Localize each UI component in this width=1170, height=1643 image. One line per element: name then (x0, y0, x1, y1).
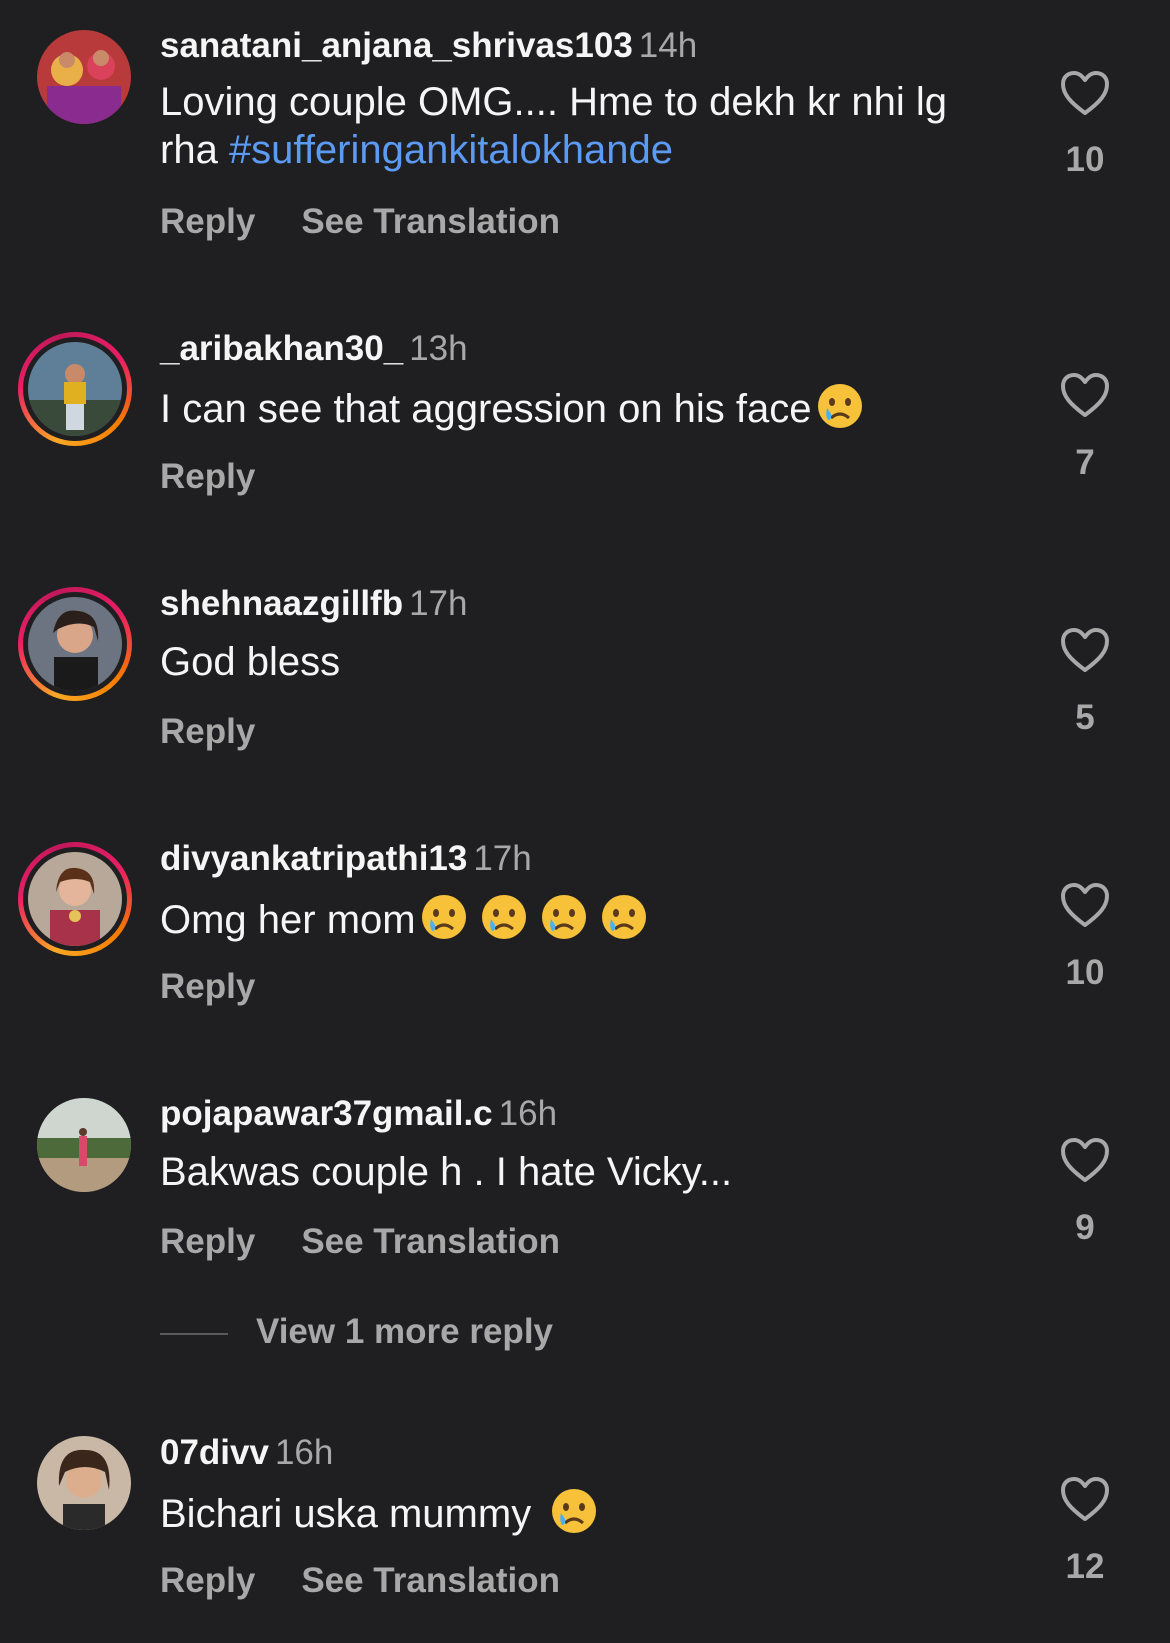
comment-header: sanatani_anjana_shrivas103 14h (160, 24, 697, 68)
comment-body: Bichari uska mummy (160, 1492, 543, 1536)
like-count: 10 (1065, 140, 1105, 179)
crying-face-emoji (480, 893, 528, 941)
comment-text: Bakwas couple h . I hate Vicky... (160, 1148, 990, 1196)
reply-button[interactable]: Reply (160, 457, 255, 496)
reply-button[interactable]: Reply (160, 1222, 255, 1261)
timestamp: 14h (638, 26, 698, 65)
crying-face-emoji (816, 382, 864, 430)
comment-actions: Reply (160, 457, 301, 497)
comment-body: God bless (160, 640, 341, 684)
like-count: 10 (1065, 953, 1105, 992)
username[interactable]: _aribakhan30_ (160, 329, 403, 368)
avatar[interactable] (18, 587, 132, 701)
heart-icon[interactable] (1060, 70, 1110, 116)
comment-header: divyankatripathi13 17h (160, 837, 532, 881)
comment-text: Loving couple OMG.... Hme to dekh kr nhi… (160, 78, 990, 174)
comment-text: Omg her mom (160, 893, 990, 944)
view-more-replies-button[interactable]: View 1 more reply (160, 1312, 553, 1352)
comment-actions: Reply See Translation (160, 1561, 606, 1601)
timestamp: 17h (409, 584, 468, 623)
comment-header: shehnaazgillfb 17h (160, 582, 468, 626)
heart-icon[interactable] (1060, 1137, 1110, 1183)
heart-icon[interactable] (1060, 1476, 1110, 1522)
comment-text: Bichari uska mummy (160, 1487, 990, 1538)
timestamp: 16h (274, 1433, 334, 1472)
crying-face-emoji (600, 893, 648, 941)
see-translation-button[interactable]: See Translation (301, 1222, 560, 1261)
comment-actions: Reply See Translation (160, 202, 606, 242)
timestamp: 13h (409, 329, 468, 368)
avatar[interactable] (37, 1098, 131, 1192)
username[interactable]: 07divv (160, 1433, 269, 1472)
username[interactable]: divyankatripathi13 (160, 839, 467, 878)
comment-body: I can see that aggression on his face (160, 387, 812, 431)
comment-header: pojapawar37gmail.c 16h (160, 1092, 557, 1136)
timestamp: 17h (473, 839, 532, 878)
comment-body: Bakwas couple h . I hate Vicky... (160, 1150, 733, 1194)
comment-text: God bless (160, 638, 990, 686)
heart-icon[interactable] (1060, 627, 1110, 673)
avatar[interactable] (37, 1436, 131, 1530)
hashtag-link[interactable]: #sufferingankitalokhande (229, 128, 673, 172)
comment-header: 07divv 16h (160, 1431, 333, 1475)
avatar[interactable] (18, 332, 132, 446)
avatar[interactable] (37, 30, 131, 124)
see-translation-button[interactable]: See Translation (301, 1561, 560, 1600)
like-count: 9 (1075, 1208, 1095, 1247)
comment-actions: Reply (160, 967, 301, 1007)
heart-icon[interactable] (1060, 882, 1110, 928)
divider (160, 1332, 228, 1335)
like-count: 5 (1075, 698, 1095, 737)
like-count: 12 (1065, 1547, 1105, 1586)
comment-body: Omg her mom (160, 898, 416, 942)
comment-actions: Reply See Translation (160, 1222, 606, 1262)
comment-actions: Reply (160, 712, 301, 752)
crying-face-emoji (420, 893, 468, 941)
comment-header: _aribakhan30_ 13h (160, 327, 468, 371)
avatar[interactable] (18, 842, 132, 956)
comment-text: I can see that aggression on his face (160, 382, 990, 433)
crying-face-emoji (550, 1487, 598, 1535)
reply-button[interactable]: Reply (160, 1561, 255, 1600)
username[interactable]: sanatani_anjana_shrivas103 (160, 26, 633, 65)
crying-face-emoji (540, 893, 588, 941)
username[interactable]: shehnaazgillfb (160, 584, 403, 623)
reply-button[interactable]: Reply (160, 202, 255, 241)
reply-button[interactable]: Reply (160, 712, 255, 751)
see-translation-button[interactable]: See Translation (301, 202, 560, 241)
heart-icon[interactable] (1060, 372, 1110, 418)
timestamp: 16h (498, 1094, 558, 1133)
username[interactable]: pojapawar37gmail.c (160, 1094, 493, 1133)
reply-button[interactable]: Reply (160, 967, 255, 1006)
view-more-replies-label: View 1 more reply (256, 1312, 554, 1351)
like-count: 7 (1075, 443, 1095, 482)
